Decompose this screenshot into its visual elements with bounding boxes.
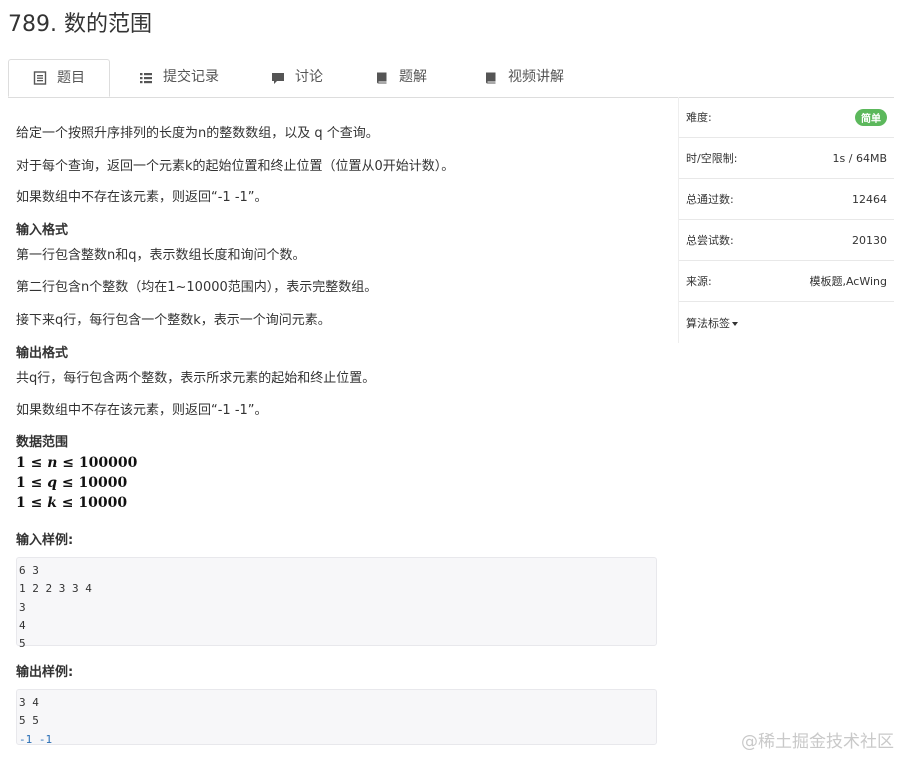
description-paragraph: 接下来q行，每行包含一个整数k，表示一个询问元素。 bbox=[16, 313, 331, 328]
watermark: @稀土掘金技术社区 bbox=[741, 732, 894, 752]
sample-input-block: 6 3 1 2 2 3 3 4 3 4 5 bbox=[16, 557, 657, 650]
algorithm-tags-toggle[interactable]: 算法标签 bbox=[679, 302, 894, 343]
limit-row: 时/空限制: 1s / 64MB bbox=[679, 138, 894, 179]
code-line: 1 2 2 3 3 4 bbox=[19, 582, 92, 596]
info-label: 难度: bbox=[686, 111, 712, 124]
tab-label: 讨论 bbox=[295, 69, 323, 85]
description-paragraph: 第一行包含整数n和q，表示数组长度和询问个数。 bbox=[16, 248, 306, 263]
book-icon bbox=[486, 72, 496, 83]
info-value: 12464 bbox=[852, 192, 887, 206]
caret-down-icon bbox=[732, 321, 738, 326]
code-line: 3 bbox=[19, 600, 26, 614]
list-icon bbox=[140, 72, 152, 83]
description-paragraph: 共q行，每行包含两个整数，表示所求元素的起始和终止位置。 bbox=[16, 371, 376, 386]
code-line: 3 4 bbox=[19, 696, 39, 709]
code-line: 5 5 bbox=[19, 714, 39, 728]
description-paragraph: 如果数组中不存在该元素，则返回“-1 -1”。 bbox=[16, 190, 268, 205]
code-line: -1 -1 bbox=[19, 732, 53, 746]
range-formula: 1 ≤ q ≤ 10000 bbox=[16, 475, 128, 491]
tab-video[interactable]: 视频讲解 bbox=[464, 59, 584, 96]
tab-label: 提交记录 bbox=[163, 69, 219, 85]
section-heading: 输出格式 bbox=[16, 346, 69, 361]
document-icon bbox=[33, 71, 47, 85]
info-value: 1s / 64MB bbox=[832, 151, 887, 165]
code-line: 5 bbox=[19, 637, 26, 651]
info-label: 来源: bbox=[686, 275, 712, 288]
range-formula: 1 ≤ n ≤ 100000 bbox=[16, 455, 138, 471]
code-line: 4 bbox=[19, 618, 26, 632]
description-paragraph: 对于每个查询，返回一个元素k的起始位置和终止位置（位置从0开始计数）。 bbox=[16, 159, 455, 174]
description-paragraph: 给定一个按照升序排列的长度为n的整数数组，以及 q 个查询。 bbox=[16, 126, 379, 141]
comment-icon bbox=[272, 72, 284, 84]
problem-info-panel: 难度: 简单 时/空限制: 1s / 64MB 总通过数: 12464 总尝试数… bbox=[678, 97, 894, 343]
info-label: 总通过数: bbox=[686, 193, 734, 206]
page-title: 789. 数的范围 bbox=[8, 12, 152, 37]
info-value: 模板题,AcWing bbox=[809, 275, 887, 288]
passed-row: 总通过数: 12464 bbox=[679, 179, 894, 220]
tab-label: 视频讲解 bbox=[508, 69, 564, 85]
section-heading: 数据范围 bbox=[16, 435, 69, 450]
tags-label: 算法标签 bbox=[686, 316, 730, 330]
source-row: 来源: 模板题,AcWing bbox=[679, 261, 894, 302]
tab-solutions[interactable]: 题解 bbox=[356, 59, 446, 96]
problem-tabs: 题目 提交记录 讨论 题解 视频讲解 bbox=[8, 59, 894, 98]
info-label: 时/空限制: bbox=[686, 152, 738, 165]
section-heading: 输入格式 bbox=[16, 223, 69, 238]
code-line: 6 3 bbox=[19, 564, 39, 577]
tab-submissions[interactable]: 提交记录 bbox=[124, 59, 234, 96]
difficulty-badge: 简单 bbox=[855, 108, 887, 126]
tab-label: 题目 bbox=[57, 69, 85, 86]
range-formula: 1 ≤ k ≤ 10000 bbox=[16, 495, 128, 511]
tab-problem[interactable]: 题目 bbox=[8, 59, 110, 97]
difficulty-row: 难度: 简单 bbox=[679, 97, 894, 138]
section-heading: 输入样例: bbox=[16, 533, 74, 548]
info-label: 总尝试数: bbox=[686, 234, 734, 247]
section-heading: 输出样例: bbox=[16, 665, 74, 680]
book-icon bbox=[377, 72, 387, 83]
tab-discussion[interactable]: 讨论 bbox=[252, 59, 342, 96]
description-paragraph: 如果数组中不存在该元素，则返回“-1 -1”。 bbox=[16, 403, 268, 418]
info-value: 20130 bbox=[852, 233, 887, 247]
tab-label: 题解 bbox=[399, 69, 427, 85]
sample-output-block: 3 4 5 5 -1 -1 bbox=[16, 689, 657, 746]
description-paragraph: 第二行包含n个整数（均在1~10000范围内），表示完整数组。 bbox=[16, 280, 378, 295]
attempts-row: 总尝试数: 20130 bbox=[679, 220, 894, 261]
